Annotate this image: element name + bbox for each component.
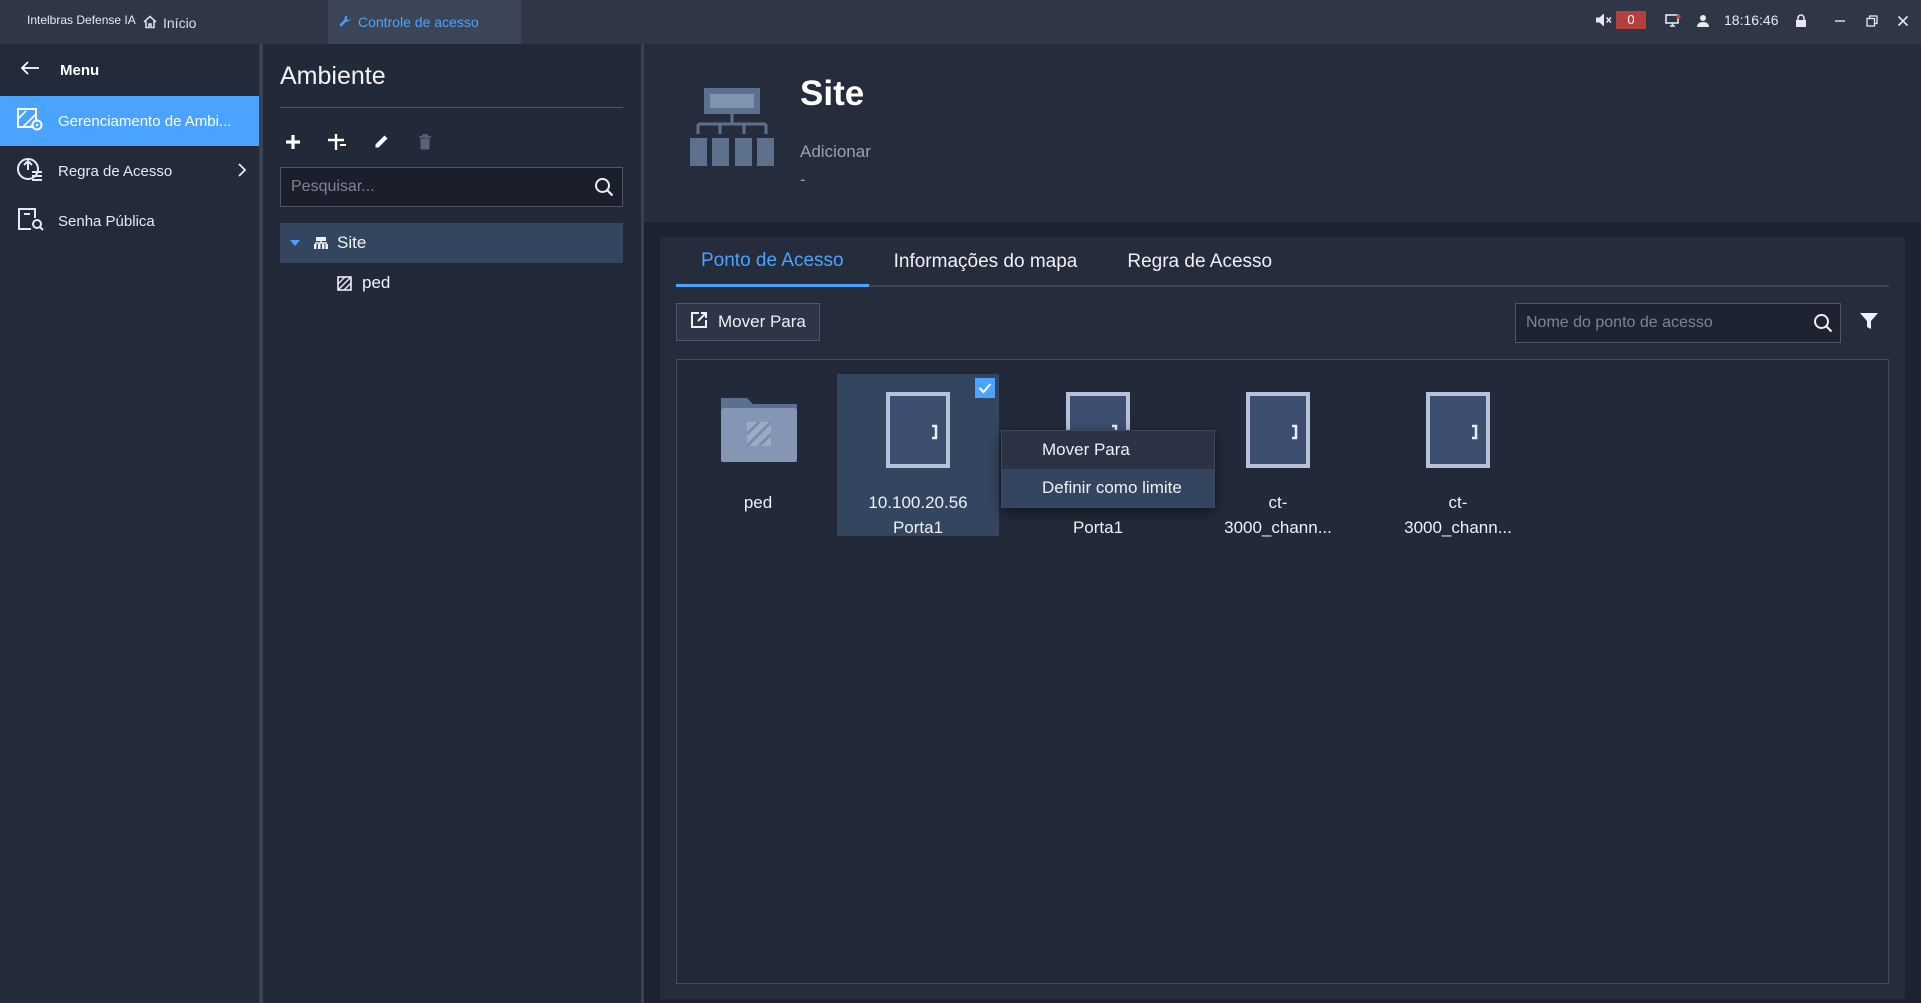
access-point-search-input[interactable] (1526, 314, 1806, 332)
content-panel: Ponto de Acesso Informações do mapa Regr… (660, 237, 1905, 999)
speaker-mute-icon (1594, 10, 1614, 30)
app-name: Intelbras Defense IA (27, 13, 136, 27)
home-icon (143, 14, 157, 32)
context-menu-move-to[interactable]: Mover Para (1002, 431, 1214, 469)
menu-item-label: Gerenciamento de Ambi... (58, 112, 232, 130)
divider (280, 107, 623, 108)
tab-home[interactable]: Início (143, 12, 196, 34)
add-child-icon[interactable] (325, 130, 349, 154)
access-point-tile[interactable]: ct- 3000_chann... (1197, 374, 1359, 537)
access-point-search-field[interactable] (1515, 303, 1841, 343)
tree-node-ped[interactable]: ped (280, 263, 623, 303)
clock: 18:16:46 (1724, 12, 1779, 28)
site-icon (313, 236, 329, 250)
site-header: Site Adicionar - (644, 44, 1921, 222)
tab-access-control[interactable]: Controle de acesso (328, 0, 521, 44)
tree-node-label: ped (362, 273, 391, 292)
tree-toolbar (281, 130, 437, 154)
search-icon[interactable] (1806, 313, 1840, 333)
folder-tile[interactable]: ped (677, 374, 839, 536)
tab-access-points[interactable]: Ponto de Acesso (676, 237, 869, 287)
menu-title: Menu (60, 61, 100, 79)
public-password-icon (16, 206, 44, 236)
menu-item-access-rule[interactable]: Regra de Acesso (0, 146, 259, 196)
map-edit-icon (16, 106, 44, 136)
door-icon (1424, 390, 1492, 470)
title-bar: Intelbras Defense IA Início Controle de … (0, 0, 1921, 44)
context-menu-set-as-boundary[interactable]: Definir como limite (1002, 469, 1214, 507)
tree-node-site[interactable]: Site (280, 223, 623, 263)
tile-label: 10.100.20.56 Porta1 (868, 493, 968, 537)
access-point-tile[interactable]: ct- 3000_chann... (1377, 374, 1539, 537)
tile-checkbox[interactable] (975, 378, 995, 398)
tree-node-label: Site (337, 233, 367, 252)
door-icon (1244, 390, 1312, 470)
side-menu: Menu Gerenciamento de Ambi... Regra de A… (0, 44, 260, 1003)
menu-back-button[interactable]: Menu (0, 44, 259, 96)
menu-item-public-password[interactable]: Senha Pública (0, 196, 259, 246)
alarm-sound-toggle[interactable]: 0 (1594, 9, 1649, 31)
wrench-icon (338, 14, 352, 31)
tab-access-rule[interactable]: Regra de Acesso (1102, 237, 1297, 287)
alarm-count-badge: 0 (1616, 11, 1646, 29)
move-to-label: Mover Para (718, 312, 806, 331)
panel-title: Ambiente (280, 62, 386, 90)
arrow-left-icon (20, 61, 40, 79)
tree-search-input[interactable] (291, 178, 586, 196)
filter-icon[interactable] (1857, 309, 1881, 333)
add-icon[interactable] (281, 130, 305, 154)
delete-icon[interactable] (413, 130, 437, 154)
edit-icon[interactable] (369, 130, 393, 154)
tile-label: ct- 3000_chann... (1224, 493, 1332, 537)
environment-panel: Ambiente Site ped (263, 44, 641, 1003)
tree-search-field[interactable] (280, 167, 623, 207)
minimize-icon[interactable] (1830, 11, 1850, 31)
door-icon (884, 390, 952, 470)
context-menu: Mover Para Definir como limite (1001, 430, 1215, 508)
site-title: Site (800, 74, 865, 113)
access-point-tile[interactable]: 10.100.20.56 Porta1 (837, 374, 999, 537)
access-rule-icon (16, 156, 44, 186)
tile-label: ct- 3000_chann... (1404, 493, 1512, 537)
menu-item-environment-management[interactable]: Gerenciamento de Ambi... (0, 96, 259, 146)
caret-down-icon[interactable] (289, 239, 303, 247)
site-detail: - (800, 170, 806, 189)
tab-bar: Ponto de Acesso Informações do mapa Regr… (676, 237, 1889, 287)
tab-access-label: Controle de acesso (358, 14, 479, 30)
video-wall-icon[interactable] (1663, 11, 1683, 31)
folder-icon (719, 386, 799, 466)
menu-item-label: Senha Pública (58, 212, 155, 230)
move-to-button[interactable]: Mover Para (676, 303, 820, 341)
user-icon[interactable] (1693, 11, 1713, 31)
chevron-right-icon (237, 162, 247, 182)
move-to-icon (690, 311, 708, 334)
tab-home-label: Início (163, 15, 197, 31)
site-subtitle[interactable]: Adicionar (800, 142, 871, 162)
tab-map-info[interactable]: Informações do mapa (869, 237, 1103, 287)
restore-icon[interactable] (1862, 11, 1882, 31)
main-area: Site Adicionar - Ponto de Acesso Informa… (644, 44, 1921, 1003)
close-icon[interactable] (1893, 11, 1913, 31)
lock-icon[interactable] (1791, 11, 1811, 31)
search-icon[interactable] (586, 177, 622, 197)
site-hierarchy-icon (690, 86, 774, 173)
tile-label: ped (743, 493, 773, 512)
menu-item-label: Regra de Acesso (58, 162, 173, 180)
access-point-grid: ped 10.100.20.56 Porta1 Porta1 ct- 3000_… (676, 359, 1889, 984)
area-icon (337, 275, 352, 291)
